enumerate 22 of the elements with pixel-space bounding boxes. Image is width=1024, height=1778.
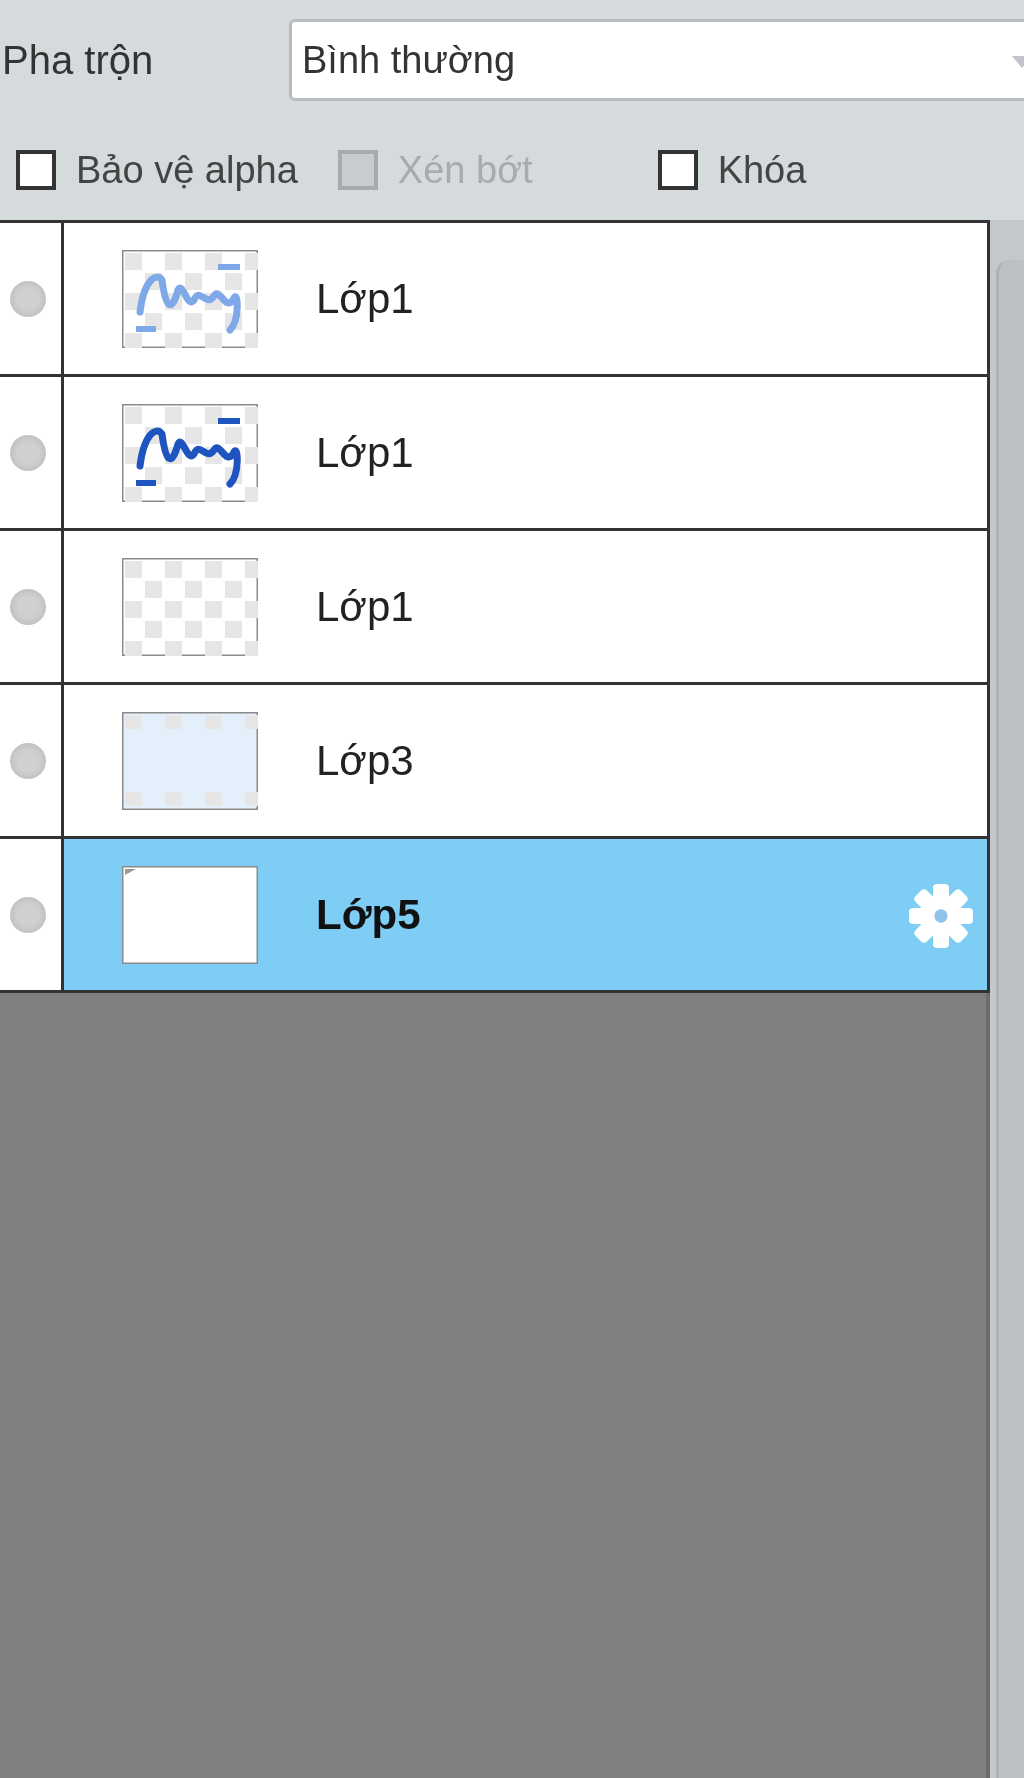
layer-row[interactable]: Lớp3: [64, 685, 990, 836]
layer-name: Lớp1: [316, 582, 414, 631]
visibility-dot-icon[interactable]: [10, 742, 46, 779]
settings-icon[interactable]: [909, 884, 973, 948]
checkbox[interactable]: [16, 150, 56, 190]
layer-row[interactable]: Lớp1: [64, 531, 990, 682]
checkbox-label: Khóa: [717, 148, 807, 192]
layer-name: Lớp5: [316, 890, 421, 939]
blend-mode-label: Pha trộn: [1, 37, 155, 83]
visibility-dot-icon[interactable]: [10, 434, 46, 471]
layer-name: Lớp3: [316, 736, 414, 785]
blend-mode-dropdown[interactable]: Bình thường: [289, 19, 1024, 101]
checkbox[interactable]: [657, 150, 698, 190]
layer-row[interactable]: Lớp5: [64, 839, 990, 990]
visibility-dot-icon[interactable]: [10, 588, 46, 625]
layer-name: Lớp1: [316, 274, 414, 323]
visibility-dot-icon[interactable]: [10, 896, 46, 933]
layer-name: Lớp1: [316, 428, 414, 477]
checkbox-label: Bảo vệ alpha: [76, 148, 298, 192]
visibility-dot-icon[interactable]: [10, 280, 46, 317]
layer-row[interactable]: Lớp1: [64, 377, 990, 528]
layer-row[interactable]: Lớp1: [64, 223, 990, 374]
